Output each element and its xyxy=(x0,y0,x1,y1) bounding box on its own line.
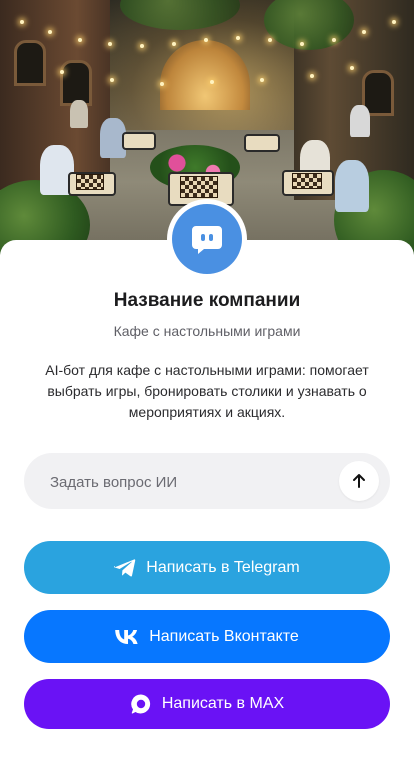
vk-icon xyxy=(115,629,138,644)
max-button[interactable]: Написать в MAX xyxy=(24,679,390,729)
company-description: AI-бот для кафе с настольными играми: по… xyxy=(45,362,369,420)
vk-button[interactable]: Написать Вконтакте xyxy=(24,610,390,663)
telegram-icon xyxy=(114,558,136,576)
telegram-button[interactable]: Написать в Telegram xyxy=(24,541,390,594)
avatar-circle xyxy=(172,204,242,274)
max-button-label: Написать в MAX xyxy=(161,695,285,712)
arrow-up-icon xyxy=(353,474,365,488)
company-tagline: Кафе с настольными играми xyxy=(113,323,301,339)
telegram-button-label: Написать в Telegram xyxy=(146,558,300,576)
ask-ai-input[interactable] xyxy=(48,453,342,511)
send-button[interactable] xyxy=(339,461,379,501)
ask-ai-field xyxy=(24,453,390,511)
avatar xyxy=(167,199,247,279)
chat-bot-icon xyxy=(192,226,222,254)
max-icon xyxy=(131,694,150,714)
vk-button-label: Написать Вконтакте xyxy=(149,627,299,645)
company-name: Название компании xyxy=(113,290,301,311)
